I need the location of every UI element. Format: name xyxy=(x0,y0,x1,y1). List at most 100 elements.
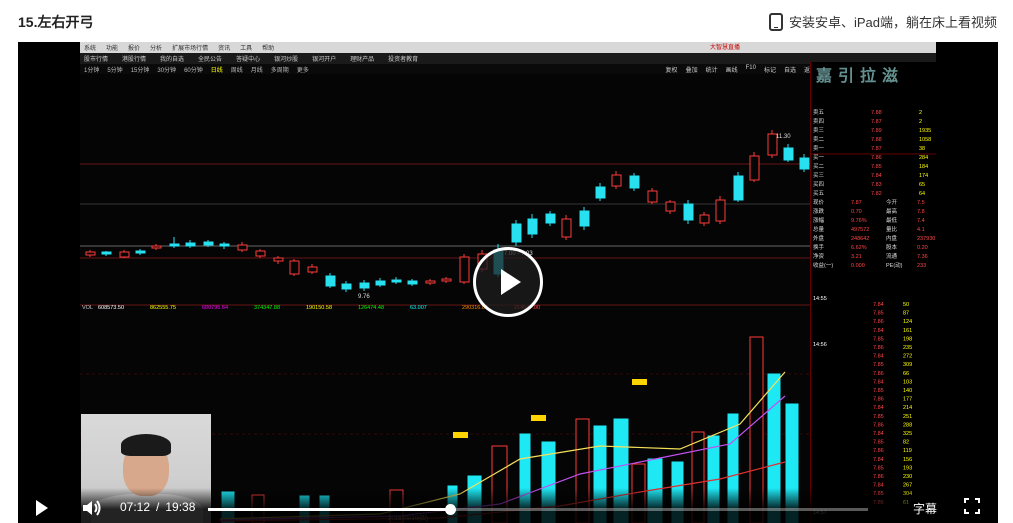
indicator-value: 374347.88 xyxy=(254,305,280,311)
quote-stat-label: 外盘 xyxy=(813,234,825,242)
quote-buy-label: 买二 xyxy=(813,162,825,170)
tick-price: 7.85 xyxy=(873,336,884,342)
candle-body xyxy=(647,190,658,203)
lesson-title: 15.左右开弓 xyxy=(18,14,94,30)
quote-buy-label: 买五 xyxy=(813,189,825,197)
candle-body xyxy=(359,282,370,289)
app-menu-item-2: 报价 xyxy=(128,46,141,52)
period-9: 更多 xyxy=(296,67,309,74)
tick-price: 7.84 xyxy=(873,457,884,463)
candle-body xyxy=(273,257,284,262)
video-player[interactable]: 系统 功能 报价 分析 扩展市场行情 资讯 工具 帮助 大智慧直播 股市行情 港股行情 我的自选 全… xyxy=(18,42,998,523)
candle-body xyxy=(749,155,760,181)
tick-price: 7.84 xyxy=(873,354,884,360)
quote-buy-label: 买一 xyxy=(813,153,825,161)
candle-body xyxy=(561,218,572,238)
quote-buy-price: 7.86 xyxy=(871,155,882,161)
quote-sell-label: 卖五 xyxy=(813,109,825,116)
indicator-label: VOL xyxy=(82,305,93,311)
player-controls: 07:12 / 19:38 字幕 xyxy=(18,488,998,523)
candle-body xyxy=(341,283,352,290)
tick-volume: 198 xyxy=(903,336,912,342)
price-label-low: 9.76 xyxy=(358,294,370,300)
tick-price: 7.84 xyxy=(873,431,884,437)
app-tab-1: 港股行情 xyxy=(122,57,147,63)
quote-buy-price: 7.85 xyxy=(871,164,882,170)
price-label-high: 11.30 xyxy=(776,134,791,140)
app-menu-item-0: 系统 xyxy=(84,46,97,52)
candle-body xyxy=(237,244,248,251)
tick-time: 14:55 xyxy=(813,296,827,302)
tick-price: 7.85 xyxy=(873,362,884,368)
quote-stat-value: 7.5 xyxy=(917,200,925,206)
app-tab-2: 我的自选 xyxy=(160,57,185,63)
app-menu-item-3: 分析 xyxy=(150,46,163,52)
tool-1: 叠加 xyxy=(685,68,698,74)
tick-price: 7.86 xyxy=(873,448,884,454)
tick-volume: 272 xyxy=(903,354,912,360)
duration: 19:38 xyxy=(165,500,196,514)
fullscreen-icon[interactable] xyxy=(964,498,980,514)
quote-buy-vol: 174 xyxy=(919,173,928,179)
app-tabbar: 股市行情 港股行情 我的自选 全民公告 答疑中心 银河炒股 银河开户 理财产品 投资者教育 xyxy=(80,53,936,64)
quote-stat-value: 248642 xyxy=(851,236,869,242)
candle-body xyxy=(425,280,436,284)
quote-stat-label: 量比 xyxy=(886,225,898,233)
time-display: 07:12 / 19:38 xyxy=(120,500,195,514)
quote-sell-price: 7.89 xyxy=(871,128,882,134)
quote-stat-value: 0.20 xyxy=(917,245,928,251)
tick-volume: 119 xyxy=(903,448,912,454)
quote-sell-label: 卖一 xyxy=(813,145,825,152)
volume-icon[interactable] xyxy=(81,498,103,518)
tick-volume: 288 xyxy=(903,422,912,428)
quote-stat-label: 内盘 xyxy=(886,234,898,242)
app-menu-item-4: 扩展市场行情 xyxy=(172,46,209,52)
tick-price: 7.86 xyxy=(873,345,884,351)
quote-stat-value: 3.21 xyxy=(851,254,862,260)
app-tab-4: 答疑中心 xyxy=(236,57,261,63)
progress-bar[interactable] xyxy=(208,504,868,515)
app-tab-0: 股市行情 xyxy=(84,57,109,63)
quote-sell-vol: 2 xyxy=(919,119,922,125)
period-4: 60分钟 xyxy=(184,67,203,74)
candle-body xyxy=(185,242,196,247)
play-icon[interactable] xyxy=(36,500,48,516)
quote-stat-label: 涨跌 xyxy=(813,207,825,215)
quote-sell-vol: 38 xyxy=(919,146,925,152)
quote-stat-label: 涨幅 xyxy=(813,216,825,224)
period-0: 1分钟 xyxy=(84,67,100,74)
quote-sell-label: 卖二 xyxy=(813,136,825,143)
candle-body xyxy=(203,241,214,246)
tick-price: 7.84 xyxy=(873,379,884,385)
tool-4: F10 xyxy=(745,65,756,71)
indicator-value: 608573.50 xyxy=(98,305,124,311)
big-play-button[interactable] xyxy=(473,247,543,317)
candle-body xyxy=(255,250,266,257)
quote-buy-price: 7.83 xyxy=(871,182,882,188)
subtitle-button[interactable]: 字幕 xyxy=(913,500,937,517)
quote-stat-label: 最低 xyxy=(886,216,898,224)
quote-sell-price: 7.87 xyxy=(871,119,882,125)
mobile-app-link[interactable]: 安装安卓、iPad端，躺在床上看视频 xyxy=(768,12,997,31)
tick-volume: 140 xyxy=(903,388,912,394)
quote-stat-value: 7.4 xyxy=(917,218,925,224)
period-8: 多周期 xyxy=(270,67,289,74)
candle-body xyxy=(169,243,180,247)
tick-price: 7.85 xyxy=(873,311,884,317)
quote-buy-vol: 284 xyxy=(919,155,928,161)
progress-handle[interactable] xyxy=(445,504,457,515)
app-tab-7: 理财产品 xyxy=(350,57,375,63)
quote-table: 卖五 7.88 2卖四 7.87 2卖三 7.89 1935卖二 7.88 1058卖一 7.87… xyxy=(811,109,936,516)
candle-body xyxy=(579,210,590,227)
quote-buy-vol: 64 xyxy=(919,191,925,197)
candle-body xyxy=(683,203,694,221)
current-time: 07:12 xyxy=(120,500,151,514)
quote-stat-value: 7.87 xyxy=(851,200,862,206)
quote-sell-label: 卖四 xyxy=(813,118,824,125)
quote-stat-value: 237930 xyxy=(917,236,935,242)
quote-panel: 卖五 7.88 2 卖四 7.87 2 卖三 7.89 1935 卖二 7.88 1058 卖一 7.87… xyxy=(810,62,936,523)
tick-time: 14:56 xyxy=(813,342,827,348)
tick-price: 7.86 xyxy=(873,371,884,377)
quote-stat-label: 总量 xyxy=(813,225,825,233)
app-tab-6: 银河开户 xyxy=(312,57,337,63)
